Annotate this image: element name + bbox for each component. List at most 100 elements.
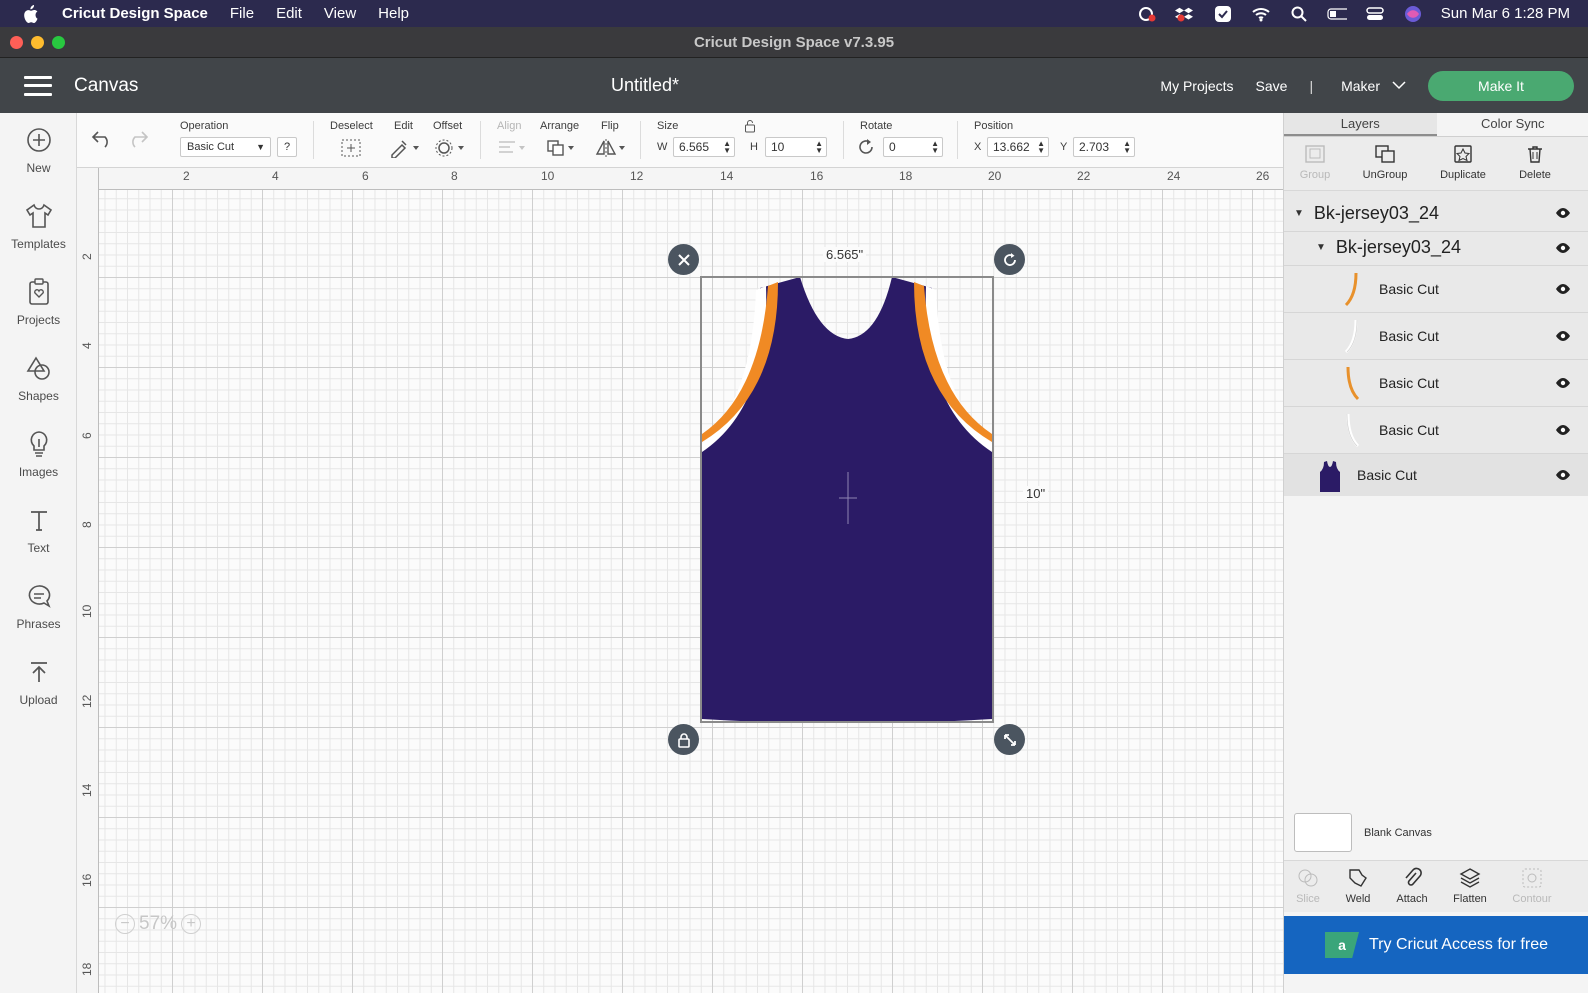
layer-item-row[interactable]: Basic Cut	[1284, 406, 1588, 452]
control-center-icon[interactable]	[1365, 6, 1385, 22]
wifi-icon[interactable]	[1251, 6, 1271, 22]
rotate-icon[interactable]	[857, 137, 877, 160]
height-input[interactable]: 10 ▲ ▼	[765, 137, 827, 157]
canvas-grid[interactable]	[99, 190, 1283, 993]
width-label: W	[657, 141, 668, 153]
eye-icon[interactable]	[1555, 424, 1571, 436]
layers-panel: Layers Color Sync Group UnGroup Duplicat…	[1283, 113, 1588, 993]
tab-layers[interactable]: Layers	[1284, 113, 1437, 136]
machine-selector[interactable]: Maker	[1341, 78, 1406, 94]
stepper-icon: ▲ ▼	[931, 139, 939, 155]
operation-select[interactable]: Basic Cut ▼	[180, 137, 271, 157]
menubar-clock[interactable]: Sun Mar 6 1:28 PM	[1441, 5, 1570, 22]
menu-view[interactable]: View	[324, 5, 356, 22]
sidebar-item-upload[interactable]: Upload	[0, 657, 77, 707]
x-position-input[interactable]: 13.662 ▲ ▼	[987, 137, 1049, 157]
make-it-button[interactable]: Make It	[1428, 70, 1574, 101]
arrange-icon[interactable]	[546, 138, 576, 161]
rotate-handle-icon[interactable]	[994, 244, 1025, 275]
align-icon	[497, 138, 527, 161]
resize-handle-icon[interactable]	[994, 724, 1025, 755]
layer-item-row[interactable]: Basic Cut	[1284, 265, 1588, 311]
flip-icon[interactable]	[595, 138, 627, 161]
sidebar-item-phrases[interactable]: Phrases	[0, 581, 77, 631]
arrange-label: Arrange	[540, 120, 580, 132]
zoom-window-button[interactable]	[52, 36, 65, 49]
attach-button[interactable]: Attach	[1383, 867, 1441, 905]
offset-icon[interactable]	[434, 138, 466, 161]
cricut-access-logo-icon: a	[1325, 932, 1359, 958]
close-window-button[interactable]	[10, 36, 23, 49]
clipboard-heart-icon	[24, 277, 54, 307]
undo-icon[interactable]	[91, 127, 115, 152]
layer-subgroup-row[interactable]: ▼ Bk-jersey03_24	[1284, 231, 1588, 263]
y-value: 2.703	[1079, 140, 1110, 154]
app-name-menu[interactable]: Cricut Design Space	[62, 5, 208, 22]
dropdown-arrow-icon: ▼	[256, 142, 265, 152]
zoom-in-button[interactable]: +	[181, 914, 202, 934]
tab-color-sync[interactable]: Color Sync	[1437, 113, 1588, 136]
battery-icon[interactable]	[1327, 6, 1347, 22]
sidebar-item-new[interactable]: New	[0, 125, 77, 175]
operation-help-button[interactable]: ?	[277, 137, 297, 157]
menu-file[interactable]: File	[230, 5, 254, 22]
sidebar-item-images[interactable]: Images	[0, 429, 77, 479]
y-position-input[interactable]: 2.703 ▲ ▼	[1073, 137, 1135, 157]
canvas-color-swatch[interactable]	[1294, 813, 1352, 852]
layer-group-row[interactable]: ▼ Bk-jersey03_24	[1284, 197, 1588, 229]
ruler-left: 2 4 6 8 10 12 14 16 18	[77, 168, 99, 993]
eye-icon[interactable]	[1555, 469, 1571, 481]
sidebar-item-shapes[interactable]: Shapes	[0, 353, 77, 403]
project-title[interactable]: Untitled*	[0, 75, 1290, 96]
menu-edit[interactable]: Edit	[276, 5, 302, 22]
collapse-arrow-icon[interactable]: ▼	[1316, 242, 1326, 253]
weld-button[interactable]: Weld	[1329, 867, 1387, 905]
layer-item-row[interactable]: Basic Cut	[1284, 453, 1588, 496]
deselect-icon[interactable]	[340, 138, 362, 161]
sidebar-item-text[interactable]: Text	[0, 505, 77, 555]
lock-handle-icon[interactable]	[668, 724, 699, 755]
duplicate-button[interactable]: Duplicate	[1428, 143, 1498, 181]
creative-cloud-icon[interactable]	[1137, 6, 1157, 22]
lock-aspect-icon[interactable]	[744, 119, 756, 136]
group-button[interactable]: Group	[1280, 143, 1350, 181]
blank-canvas-row[interactable]: Blank Canvas	[1294, 813, 1432, 852]
task-check-icon[interactable]	[1213, 5, 1233, 22]
cricut-access-banner[interactable]: a Try Cricut Access for free	[1284, 916, 1588, 974]
layer-item-row[interactable]: Basic Cut	[1284, 359, 1588, 405]
contour-button[interactable]: Contour	[1503, 867, 1561, 905]
eye-icon[interactable]	[1555, 283, 1571, 295]
redo-icon[interactable]	[125, 127, 149, 152]
eye-icon[interactable]	[1555, 242, 1571, 254]
design-canvas[interactable]: 2 4 6 8 10 12 14 16 18 20 22 24 26 2 4 6…	[77, 168, 1283, 993]
layer-item-row[interactable]: Basic Cut	[1284, 312, 1588, 358]
delete-handle-icon[interactable]	[668, 244, 699, 275]
edit-toolbar: Operation Basic Cut ▼ ? Deselect Edit Of…	[77, 113, 1283, 168]
selection-bounding-box[interactable]	[700, 276, 994, 723]
sidebar-item-projects[interactable]: Projects	[0, 277, 77, 327]
layer-thumbnail	[1336, 316, 1368, 356]
eye-icon[interactable]	[1555, 207, 1571, 219]
rotate-input[interactable]: 0 ▲ ▼	[883, 137, 943, 157]
layer-name: Basic Cut	[1357, 467, 1417, 483]
flip-label: Flip	[601, 120, 619, 132]
sidebar-item-templates[interactable]: Templates	[0, 201, 77, 251]
dropbox-icon[interactable]	[1174, 6, 1195, 22]
edit-tools-icon[interactable]	[389, 138, 421, 161]
my-projects-link[interactable]: My Projects	[1160, 78, 1233, 94]
apple-icon[interactable]	[22, 4, 42, 23]
ungroup-button[interactable]: UnGroup	[1350, 143, 1420, 181]
minimize-window-button[interactable]	[31, 36, 44, 49]
sidebar-item-label: Templates	[11, 237, 66, 251]
delete-button[interactable]: Delete	[1500, 143, 1570, 181]
collapse-arrow-icon[interactable]: ▼	[1294, 208, 1304, 219]
flatten-button[interactable]: Flatten	[1441, 867, 1499, 905]
width-input[interactable]: 6.565 ▲ ▼	[673, 137, 735, 157]
menu-help[interactable]: Help	[378, 5, 409, 22]
spotlight-search-icon[interactable]	[1289, 6, 1309, 22]
siri-icon[interactable]	[1403, 5, 1423, 22]
eye-icon[interactable]	[1555, 330, 1571, 342]
zoom-out-button[interactable]: −	[115, 914, 135, 934]
save-button[interactable]: Save	[1256, 78, 1288, 94]
eye-icon[interactable]	[1555, 377, 1571, 389]
